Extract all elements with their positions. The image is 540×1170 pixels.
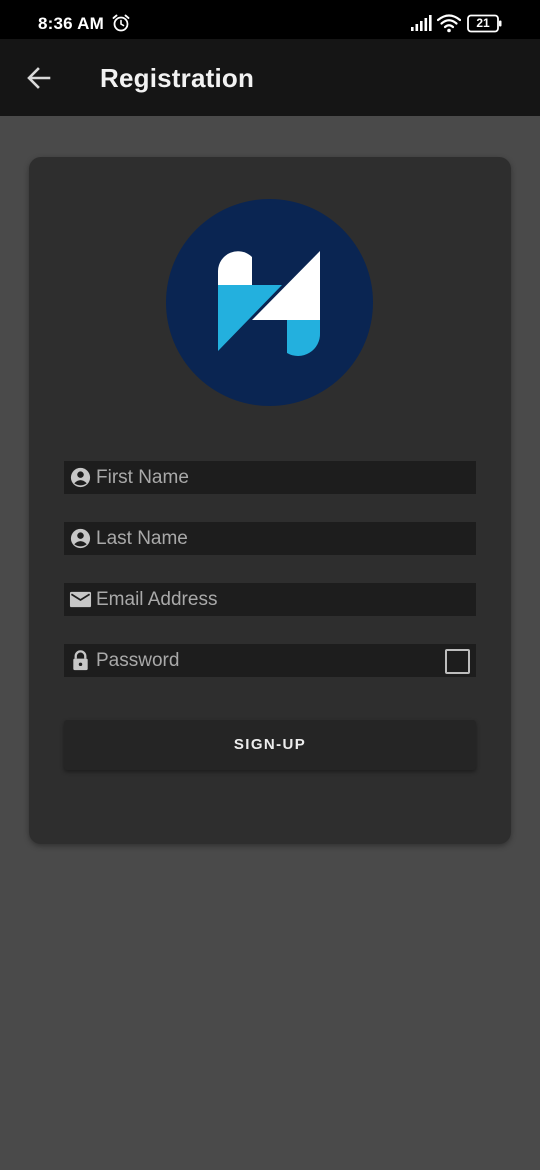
first-name-field[interactable]: First Name xyxy=(64,461,476,494)
last-name-placeholder: Last Name xyxy=(96,528,188,549)
password-field[interactable]: Password xyxy=(64,644,476,677)
app-bar: Registration xyxy=(0,39,540,116)
registration-card: First Name Last Name Email Address Passw… xyxy=(29,157,511,844)
page-title: Registration xyxy=(100,63,255,93)
signal-icon xyxy=(411,15,432,31)
battery-level: 21 xyxy=(476,16,490,30)
arrow-left-icon[interactable] xyxy=(22,61,56,95)
first-name-placeholder: First Name xyxy=(96,467,189,488)
show-password-checkbox[interactable] xyxy=(445,649,470,674)
lock-icon xyxy=(73,650,88,671)
app-logo xyxy=(166,199,373,406)
person-icon xyxy=(70,467,91,488)
sign-up-button[interactable]: SIGN-UP xyxy=(64,720,476,770)
password-placeholder: Password xyxy=(96,650,180,671)
email-placeholder: Email Address xyxy=(96,589,218,610)
mail-icon xyxy=(69,591,92,608)
wifi-icon xyxy=(437,14,461,33)
status-time: 8:36 AM xyxy=(38,14,104,33)
last-name-field[interactable]: Last Name xyxy=(64,522,476,555)
email-field[interactable]: Email Address xyxy=(64,583,476,616)
registration-screen: 8:36 AM 21 Registration First Name Last … xyxy=(0,0,540,1170)
alarm-icon xyxy=(112,14,130,32)
status-bar: 8:36 AM 21 xyxy=(0,0,540,39)
person-icon xyxy=(70,528,91,549)
